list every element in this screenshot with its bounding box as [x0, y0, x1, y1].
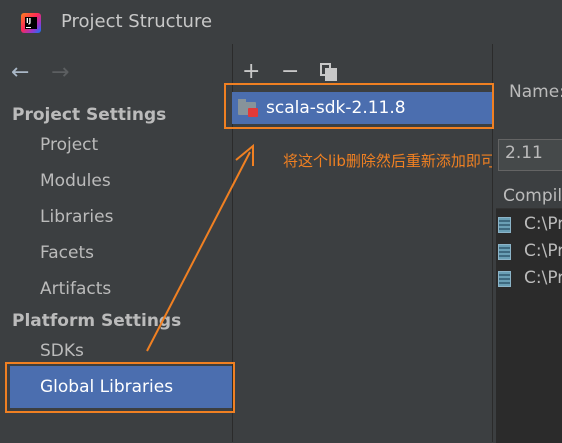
annotation-arrow	[146, 143, 254, 352]
